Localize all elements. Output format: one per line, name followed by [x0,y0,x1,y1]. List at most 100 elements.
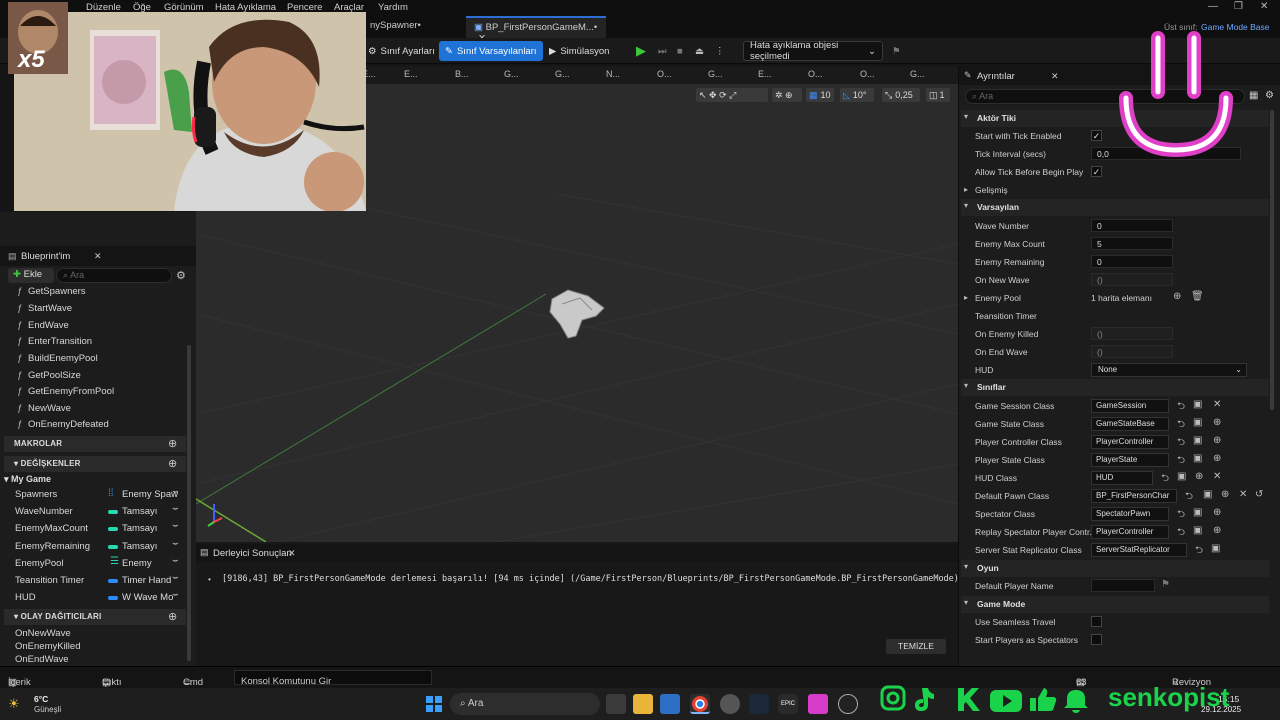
file-explorer-icon[interactable] [633,694,653,714]
enemy-max-input[interactable]: 5 [1091,237,1173,250]
scale-snap-button[interactable]: ⤡ 0,25 [882,88,920,102]
browse-icon[interactable]: ▣ [1177,471,1186,482]
visibility-icon[interactable]: ⌣ [172,503,179,514]
function-item[interactable]: StartWave [28,303,72,314]
dispatcher-item[interactable]: OnNewWave [15,628,71,639]
play-button[interactable]: ▶ [630,41,652,61]
scrollbar[interactable] [187,345,191,661]
use-selected-icon[interactable]: ⮌ [1177,507,1185,524]
class-defaults-button[interactable]: ✎ Sınıf Varsayılanları [439,41,543,61]
obs-icon[interactable] [720,694,740,714]
graph-tab[interactable]: G... [708,69,723,79]
graph-tab[interactable]: B... [455,69,469,79]
section-game-mode[interactable]: Game Mode [961,596,1269,613]
function-item[interactable]: GetSpawners [28,286,86,297]
class-dropdown[interactable]: PlayerController [1091,435,1169,449]
function-item[interactable]: EnterTransition [28,336,92,347]
use-selected-icon[interactable]: ⮌ [1185,489,1193,506]
add-button[interactable]: ✚ Ekle [8,268,54,283]
class-dropdown[interactable]: SpectatorPawn [1091,507,1169,521]
clear-button[interactable]: TEMİZLE [886,639,946,654]
browse-icon[interactable]: ▣ [1211,543,1220,554]
class-dropdown[interactable]: GameSession [1091,399,1169,413]
simulation-button[interactable]: ▶ Simülasyon [543,41,615,61]
function-item[interactable]: EndWave [28,320,69,331]
epic-games-icon[interactable]: EPIC [778,694,798,714]
browse-icon[interactable]: ▣ [1193,417,1202,428]
angle-snap-button[interactable]: ◺ 10° [840,88,874,102]
use-selected-icon[interactable]: ⮌ [1195,543,1203,560]
graph-tab[interactable]: N... [606,69,620,79]
add-macro-icon[interactable]: ⊕ [168,437,177,450]
graph-tab[interactable]: E... [758,69,772,79]
macros-section[interactable]: MAKROLAR [4,436,186,452]
graph-tab[interactable]: O... [860,69,875,79]
function-item[interactable]: BuildEnemyPool [28,353,98,364]
expand-icon[interactable]: ▸ [964,293,968,302]
use-selected-icon[interactable]: ⮌ [1161,471,1169,488]
add-icon[interactable]: ⊕ [1213,507,1221,518]
start-spectators-checkbox[interactable] [1091,634,1102,645]
step-button[interactable]: ⏭ [652,41,673,61]
section-game[interactable]: Oyun [961,560,1269,577]
eject-button[interactable]: ⏏ [689,41,710,61]
menu-help[interactable]: Yardım [378,2,408,13]
visibility-icon[interactable]: ⌣ [172,486,179,497]
graph-tab[interactable]: O... [808,69,823,79]
browse-icon[interactable]: ▣ [1203,489,1212,500]
table-view-icon[interactable]: ▦ [1249,90,1258,101]
wave-number-input[interactable]: 0 [1091,219,1173,232]
expand-icon[interactable]: ▸ [964,185,968,194]
class-settings-button[interactable]: ⚙ Sınıf Ayarları [362,41,441,61]
hud-dropdown[interactable]: None ⌄ [1091,363,1247,377]
tab-gamemode[interactable]: ▣ BP_FirstPersonGameM...• ✕ [466,16,606,44]
dispatcher-item[interactable]: OnEnemyKilled [15,641,80,652]
function-item[interactable]: GetPoolSize [28,370,81,381]
settings-gear-icon[interactable]: ⚙ [1265,90,1274,101]
function-item[interactable]: NewWave [28,403,71,414]
transform-tools[interactable]: ↖ ✥ ⟳ ⤢ [696,88,768,102]
visibility-icon[interactable]: ⌣ [172,520,179,531]
stop-button[interactable]: ■ [671,41,689,61]
class-dropdown[interactable]: ServerStatReplicator [1091,543,1187,557]
function-item[interactable]: OnEnemyDefeated [28,419,109,430]
unreal-icon[interactable] [838,694,858,714]
graph-tab[interactable]: G... [555,69,570,79]
add-icon[interactable]: ⊕ [1213,525,1221,536]
function-item[interactable]: GetEnemyFromPool [28,386,114,397]
use-selected-icon[interactable]: ⮌ [1177,435,1185,452]
add-icon[interactable]: ⊕ [1213,417,1221,428]
console-input[interactable]: Konsol Komutunu Gir [234,670,432,687]
chrome-icon[interactable] [690,694,710,714]
store-icon[interactable] [660,694,680,714]
graph-tab[interactable]: O... [657,69,672,79]
class-dropdown[interactable]: PlayerController [1091,525,1169,539]
class-dropdown[interactable]: PlayerState [1091,453,1169,467]
scrollbar[interactable] [1270,110,1274,410]
snap-surface-button[interactable]: ✲ ⊕ [772,88,802,102]
close-panel-icon[interactable]: ✕ [288,548,296,559]
taskbar-search[interactable]: ⌕ Ara [450,693,600,715]
grid-snap-button[interactable]: ▦ 10 [806,88,834,102]
add-icon[interactable]: ⊕ [1213,435,1221,446]
graph-tab[interactable]: G... [504,69,519,79]
settings-gear-icon[interactable]: ⚙ [176,269,186,282]
use-selected-icon[interactable]: ⮌ [1177,525,1185,542]
use-selected-icon[interactable]: ⮌ [1177,417,1185,434]
add-dispatcher-icon[interactable]: ⊕ [168,610,177,623]
more-options-button[interactable]: ⋮ [709,41,731,61]
add-icon[interactable]: ⊕ [1195,471,1203,482]
default-player-name-input[interactable] [1091,579,1155,592]
visibility-icon[interactable]: ⌣ [172,555,179,566]
section-classes[interactable]: Sınıflar [961,379,1269,396]
trash-icon[interactable]: 🗑 [1191,291,1204,302]
flag-icon[interactable]: ⚑ [1161,579,1170,590]
close-panel-icon[interactable]: ✕ [1051,71,1059,82]
add-icon[interactable]: ⊕ [1221,489,1229,500]
camera-speed-button[interactable]: ◫ 1 [926,88,950,102]
start-tick-checkbox[interactable]: ✓ [1091,130,1102,141]
clear-icon[interactable]: ✕ [1213,471,1221,482]
task-view-icon[interactable] [606,694,626,714]
minimize-icon[interactable]: — [1208,1,1218,12]
visibility-icon[interactable]: ⌣ [172,538,179,549]
